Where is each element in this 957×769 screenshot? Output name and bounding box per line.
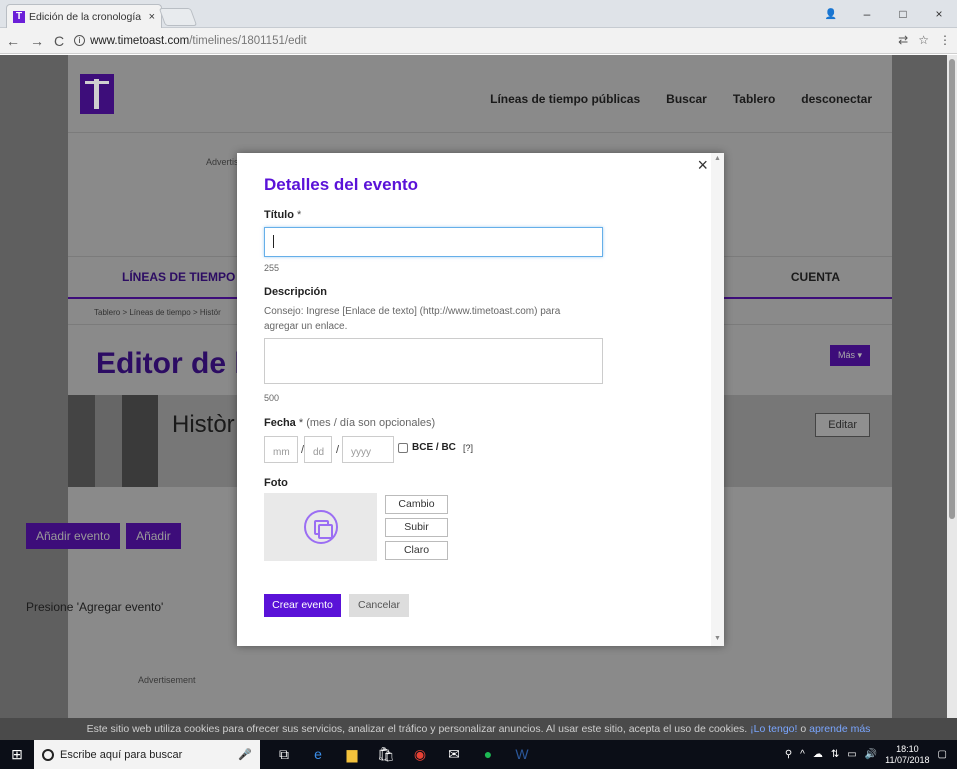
- site-header: Líneas de tiempo públicas Buscar Tablero…: [68, 55, 892, 133]
- ad-label: Advertis: [206, 157, 239, 167]
- onedrive-icon[interactable]: ☁: [813, 749, 823, 760]
- close-window-button[interactable]: ×: [921, 7, 957, 21]
- empty-state-text: Presione 'Agregar evento': [26, 600, 164, 614]
- store-icon[interactable]: 🛍: [376, 746, 396, 763]
- scroll-down-icon[interactable]: ▼: [714, 635, 721, 642]
- back-arrow-icon[interactable]: ←: [6, 33, 20, 49]
- title-label: Título *: [264, 209, 302, 221]
- image-placeholder-icon: [303, 510, 338, 544]
- cookie-accept-link[interactable]: ¡Lo tengo!: [750, 723, 797, 735]
- modal-title: Detalles del evento: [264, 175, 419, 194]
- incognito-icon: 👤: [824, 8, 838, 20]
- nav-dashboard[interactable]: Tablero: [733, 92, 775, 106]
- nav-logout[interactable]: desconectar: [801, 92, 872, 106]
- bce-help-link[interactable]: [?]: [463, 443, 473, 453]
- page-scrollbar[interactable]: [947, 55, 957, 718]
- taskbar-search[interactable]: Escribe aquí para buscar 🎤: [34, 740, 260, 769]
- scroll-up-icon[interactable]: ▲: [714, 155, 721, 162]
- address-bar: ← → C i www.timetoast.com /timelines/180…: [0, 28, 957, 54]
- description-textarea[interactable]: [264, 338, 603, 384]
- url-domain: www.timetoast.com: [90, 34, 190, 47]
- chrome-icon[interactable]: ◉: [410, 746, 430, 763]
- windows-start-icon[interactable]: ⊞: [0, 740, 34, 769]
- nav-public-timelines[interactable]: Líneas de tiempo públicas: [490, 92, 640, 106]
- microphone-icon[interactable]: 🎤: [238, 748, 252, 761]
- cortana-icon: [42, 748, 54, 761]
- title-input[interactable]: [264, 227, 603, 257]
- photo-label: Foto: [264, 477, 288, 489]
- bce-label: BCE / BC: [412, 442, 456, 453]
- task-view-icon[interactable]: ⧉: [274, 746, 294, 763]
- timeline-name: Històr: [172, 411, 235, 438]
- new-tab-button[interactable]: [158, 8, 198, 26]
- maximize-button[interactable]: □: [885, 7, 921, 21]
- year-input[interactable]: yyyy: [342, 436, 394, 463]
- photo-clear-button[interactable]: Claro: [385, 541, 448, 560]
- text-cursor: [273, 235, 274, 248]
- day-input[interactable]: dd: [304, 436, 332, 463]
- description-hint-2: agregar un enlace.: [264, 321, 348, 332]
- title-char-counter: 255: [264, 263, 280, 273]
- timetoast-favicon-icon: T: [13, 10, 25, 23]
- cookie-banner: Este sitio web utiliza cookies para ofre…: [0, 718, 957, 740]
- tab-account[interactable]: CUENTA: [791, 270, 840, 284]
- photo-placeholder: [264, 493, 377, 561]
- browser-tab[interactable]: T Edición de la cronología ×: [6, 4, 162, 28]
- create-event-button[interactable]: Crear evento: [264, 594, 341, 617]
- cookie-text: Este sitio web utiliza cookies para ofre…: [86, 723, 748, 735]
- cookie-learn-more-link[interactable]: aprende más: [809, 723, 870, 735]
- cancel-button[interactable]: Cancelar: [349, 594, 409, 617]
- mail-icon[interactable]: ✉: [444, 746, 464, 763]
- edge-icon[interactable]: e: [308, 746, 328, 763]
- edit-timeline-button[interactable]: Editar: [815, 413, 870, 437]
- browser-tab-strip: T Edición de la cronología × 👤 – □ ×: [0, 0, 957, 28]
- date-label: Fecha * (mes / día son opcionales): [264, 417, 436, 429]
- windows-taskbar: ⊞ Escribe aquí para buscar 🎤 ⧉ e ▆ 🛍 ◉ ✉…: [0, 740, 957, 769]
- cookie-or: o: [800, 723, 807, 735]
- add-other-button[interactable]: Añadir: [126, 523, 181, 549]
- description-char-counter: 500: [264, 393, 280, 403]
- url-path: /timelines/1801151/edit: [189, 34, 307, 47]
- tab-close-icon[interactable]: ×: [149, 11, 155, 23]
- spotify-icon[interactable]: ●: [478, 746, 498, 763]
- photo-upload-button[interactable]: Subir: [385, 518, 448, 537]
- window-controls: 👤 – □ ×: [813, 0, 957, 28]
- add-event-button[interactable]: Añadir evento: [26, 523, 121, 549]
- bce-checkbox[interactable]: [398, 443, 408, 453]
- bookmark-star-icon[interactable]: ☆: [918, 33, 929, 47]
- tab-title: Edición de la cronología: [29, 10, 142, 23]
- timetoast-logo[interactable]: [80, 73, 114, 114]
- word-icon[interactable]: W: [512, 746, 532, 763]
- volume-icon[interactable]: 🔊: [865, 749, 877, 760]
- nav-search[interactable]: Buscar: [666, 92, 707, 106]
- tab-timelines[interactable]: LÍNEAS DE TIEMPO: [122, 270, 235, 284]
- battery-icon[interactable]: ▭: [847, 749, 856, 760]
- timeline-cover-image: [68, 395, 158, 487]
- minimize-button[interactable]: –: [849, 7, 885, 21]
- close-icon[interactable]: ×: [697, 155, 708, 176]
- description-hint-1: Consejo: Ingrese [Enlace de texto] (http…: [264, 306, 561, 317]
- tray-chevron-icon[interactable]: ^: [800, 749, 805, 760]
- taskbar-search-placeholder: Escribe aquí para buscar: [60, 748, 183, 761]
- menu-kebab-icon[interactable]: ⋮: [939, 33, 951, 47]
- site-info-icon[interactable]: i: [74, 35, 86, 46]
- description-label: Descripción: [264, 286, 327, 298]
- date-separator: /: [336, 444, 340, 456]
- more-button[interactable]: Más ▾: [829, 345, 870, 366]
- clock[interactable]: 18:10 11/07/2018: [885, 744, 929, 766]
- ad-bottom-label: Advertisement: [138, 675, 196, 685]
- month-input[interactable]: mm: [264, 436, 298, 463]
- url-field[interactable]: i www.timetoast.com /timelines/1801151/e…: [74, 34, 307, 47]
- reload-icon[interactable]: C: [54, 33, 64, 49]
- people-icon[interactable]: ⚲: [785, 749, 792, 760]
- photo-change-button[interactable]: Cambio: [385, 495, 448, 514]
- network-icon[interactable]: ⇅: [831, 749, 839, 760]
- translate-icon[interactable]: ⇄: [898, 33, 908, 47]
- notifications-icon[interactable]: ▢: [938, 749, 947, 760]
- file-explorer-icon[interactable]: ▆: [342, 746, 362, 763]
- modal-scrollbar[interactable]: ▲ ▼: [711, 153, 724, 646]
- page-title: Editor de l: [96, 347, 243, 380]
- event-details-modal: ▲ ▼ × Detalles del evento Título * 255 D…: [237, 153, 724, 646]
- forward-arrow-icon[interactable]: →: [30, 33, 44, 49]
